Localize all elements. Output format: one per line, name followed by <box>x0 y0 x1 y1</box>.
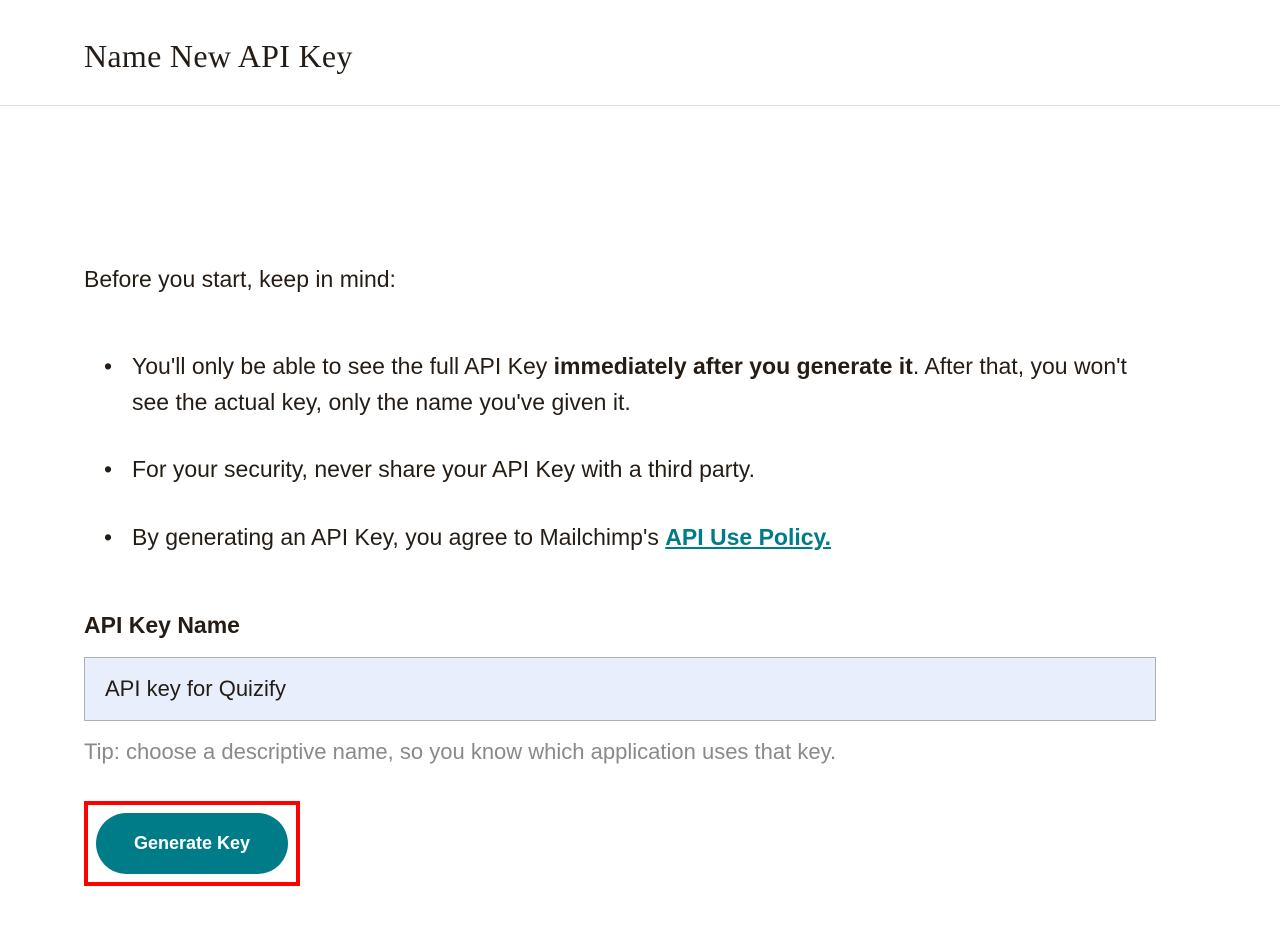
main-content: Before you start, keep in mind: You'll o… <box>0 106 1240 926</box>
guideline-policy-pre: By generating an API Key, you agree to M… <box>132 524 665 550</box>
api-key-name-label: API Key Name <box>84 612 1156 639</box>
api-use-policy-link[interactable]: API Use Policy. <box>665 524 831 550</box>
tip-text: Tip: choose a descriptive name, so you k… <box>84 739 1156 765</box>
button-highlight-box: Generate Key <box>84 801 300 886</box>
generate-key-button[interactable]: Generate Key <box>96 813 288 874</box>
api-key-name-input[interactable] <box>84 657 1156 721</box>
guideline-item-visibility: You'll only be able to see the full API … <box>132 349 1156 420</box>
intro-text: Before you start, keep in mind: <box>84 266 1156 293</box>
guideline-text-bold: immediately after you generate it <box>554 353 913 379</box>
guideline-item-security: For your security, never share your API … <box>132 452 1156 488</box>
guidelines-list: You'll only be able to see the full API … <box>84 349 1156 556</box>
page-title: Name New API Key <box>84 38 1280 75</box>
guideline-item-policy: By generating an API Key, you agree to M… <box>132 520 1156 556</box>
page-header: Name New API Key <box>0 0 1280 106</box>
guideline-text-pre: You'll only be able to see the full API … <box>132 353 554 379</box>
